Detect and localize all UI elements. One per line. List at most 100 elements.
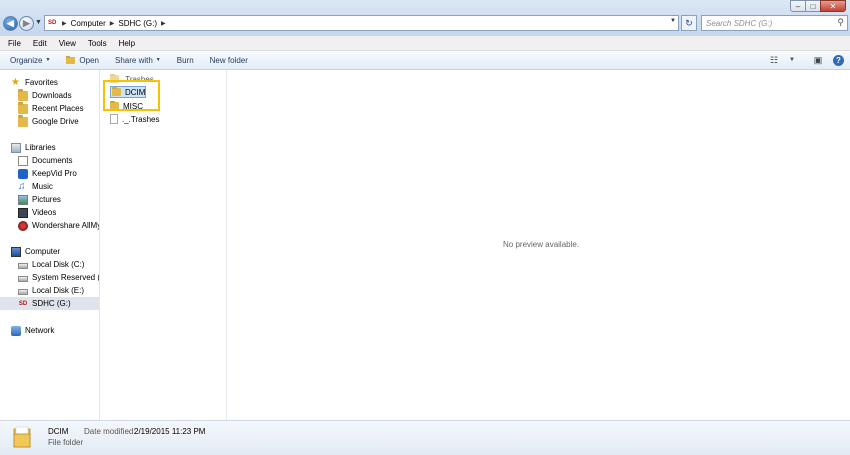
new-folder-button[interactable]: New folder xyxy=(210,56,248,65)
forward-button[interactable]: ▶ xyxy=(19,16,34,31)
share-with-button[interactable]: Share with ▼ xyxy=(115,56,161,65)
nav-label: Downloads xyxy=(32,91,72,100)
command-bar: Organize ▼ Open Share with ▼ Burn New fo… xyxy=(0,51,850,70)
chevron-down-icon: ▼ xyxy=(155,57,161,63)
nav-computer[interactable]: Computer xyxy=(0,245,99,258)
pictures-icon xyxy=(18,194,28,205)
keepvid-icon xyxy=(18,168,28,179)
view-options-dropdown-icon[interactable]: ▼ xyxy=(783,57,801,63)
organize-button[interactable]: Organize ▼ xyxy=(10,56,50,65)
nav-label: Videos xyxy=(32,208,57,217)
nav-label: Recent Places xyxy=(32,104,84,113)
chevron-down-icon: ▼ xyxy=(45,57,51,63)
search-input[interactable]: Search SDHC (G:) ⚲ xyxy=(701,15,848,31)
sd-card-icon: SD xyxy=(18,300,28,307)
no-preview-message: No preview available. xyxy=(503,240,580,249)
breadcrumb-computer[interactable]: Computer xyxy=(71,19,106,28)
maximize-button[interactable]: □ xyxy=(805,0,821,12)
recent-pages-dropdown[interactable]: ▼ xyxy=(35,19,42,26)
details-modified-value: 2/19/2015 11:23 PM xyxy=(134,427,206,436)
nav-pictures[interactable]: Pictures xyxy=(0,193,99,206)
organize-label: Organize xyxy=(10,55,43,65)
google-drive-folder-icon xyxy=(18,114,28,127)
nav-label: Documents xyxy=(32,156,73,165)
details-pane: DCIM File folder Date modified: 2/19/201… xyxy=(0,420,850,455)
libraries-icon xyxy=(11,142,21,153)
nav-label: System Reserved (D: xyxy=(32,273,100,282)
menu-bar: File Edit View Tools Help xyxy=(0,36,850,51)
nav-music[interactable]: ♫ Music xyxy=(0,180,99,193)
address-dropdown-icon[interactable]: ▼ xyxy=(670,18,676,24)
help-icon[interactable]: ? xyxy=(833,54,844,66)
details-item-type: File folder xyxy=(48,438,84,447)
change-view-icon[interactable]: ☷ xyxy=(765,55,783,66)
menu-file[interactable]: File xyxy=(4,39,25,48)
wondershare-icon xyxy=(18,220,28,231)
hard-drive-icon xyxy=(18,276,28,282)
nav-label: Libraries xyxy=(25,143,56,152)
menu-help[interactable]: Help xyxy=(115,39,139,48)
network-icon xyxy=(11,325,21,336)
menu-edit[interactable]: Edit xyxy=(29,39,51,48)
burn-button[interactable]: Burn xyxy=(177,56,194,65)
nav-label: Wondershare AllMyT xyxy=(32,221,100,230)
view-controls: ☷ ▼ ▣ ? xyxy=(765,51,850,69)
search-placeholder: Search SDHC (G:) xyxy=(706,19,773,28)
hard-drive-icon xyxy=(18,263,28,269)
music-icon: ♫ xyxy=(18,180,26,192)
nav-favorites[interactable]: ★ Favorites xyxy=(0,76,99,89)
nav-videos[interactable]: Videos xyxy=(0,206,99,219)
menu-view[interactable]: View xyxy=(55,39,80,48)
address-box[interactable]: SD ▶ Computer ▶ SDHC (G:) ▶ ▼ xyxy=(44,15,679,31)
nav-downloads[interactable]: Downloads xyxy=(0,88,99,102)
hard-drive-icon xyxy=(18,289,28,295)
open-button[interactable]: Open xyxy=(66,56,99,65)
share-with-label: Share with xyxy=(115,55,153,65)
search-icon[interactable]: ⚲ xyxy=(837,17,844,28)
nav-keepvid-pro[interactable]: KeepVid Pro xyxy=(0,167,99,180)
nav-label: Google Drive xyxy=(32,117,79,126)
nav-wondershare[interactable]: Wondershare AllMyT xyxy=(0,219,100,232)
nav-label: Network xyxy=(25,326,55,335)
nav-libraries[interactable]: Libraries xyxy=(0,141,99,154)
folder-large-icon xyxy=(13,426,31,448)
file-name: ._.Trashes xyxy=(122,114,160,124)
breadcrumb-chevron-icon[interactable]: ▶ xyxy=(161,20,166,27)
nav-label: Local Disk (E:) xyxy=(32,286,85,295)
computer-icon xyxy=(11,246,21,257)
minimize-button[interactable]: – xyxy=(790,0,806,12)
details-modified-label: Date modified: xyxy=(84,427,136,436)
nav-label: Pictures xyxy=(32,195,61,204)
open-folder-icon xyxy=(66,56,76,64)
back-button[interactable]: ◀ xyxy=(3,16,18,31)
breadcrumb-sdhc[interactable]: SDHC (G:) xyxy=(118,19,157,28)
nav-label: Favorites xyxy=(25,78,58,87)
documents-icon xyxy=(18,155,28,166)
breadcrumb-chevron-icon[interactable]: ▶ xyxy=(110,20,115,27)
breadcrumb-chevron-icon[interactable]: ▶ xyxy=(62,20,67,27)
refresh-button[interactable]: ↻ xyxy=(681,15,697,31)
nav-system-reserved-d[interactable]: System Reserved (D: xyxy=(0,271,100,284)
videos-icon xyxy=(18,207,28,218)
nav-label: Local Disk (C:) xyxy=(32,260,85,269)
nav-documents[interactable]: Documents xyxy=(0,154,99,167)
recent-places-icon xyxy=(18,101,28,114)
nav-google-drive[interactable]: Google Drive xyxy=(0,114,99,128)
preview-pane: No preview available. xyxy=(227,70,850,420)
details-item-name: DCIM xyxy=(48,427,69,436)
nav-recent-places[interactable]: Recent Places xyxy=(0,101,99,115)
nav-local-disk-c[interactable]: Local Disk (C:) xyxy=(0,258,99,271)
file-item-trashes-file[interactable]: ._.Trashes xyxy=(110,113,160,125)
navigation-pane: ★ Favorites Downloads Recent Places Goog… xyxy=(0,70,100,420)
close-button[interactable]: ✕ xyxy=(820,0,846,12)
menu-tools[interactable]: Tools xyxy=(84,39,111,48)
nav-sdhc-g[interactable]: SD SDHC (G:) xyxy=(0,297,99,310)
nav-label: SDHC (G:) xyxy=(32,299,71,308)
highlight-annotation xyxy=(103,80,160,111)
file-icon xyxy=(110,114,118,124)
nav-label: Computer xyxy=(25,247,61,256)
nav-network[interactable]: Network xyxy=(0,324,99,337)
downloads-folder-icon xyxy=(18,88,28,101)
nav-local-disk-e[interactable]: Local Disk (E:) xyxy=(0,284,99,297)
preview-pane-icon[interactable]: ▣ xyxy=(809,55,827,66)
